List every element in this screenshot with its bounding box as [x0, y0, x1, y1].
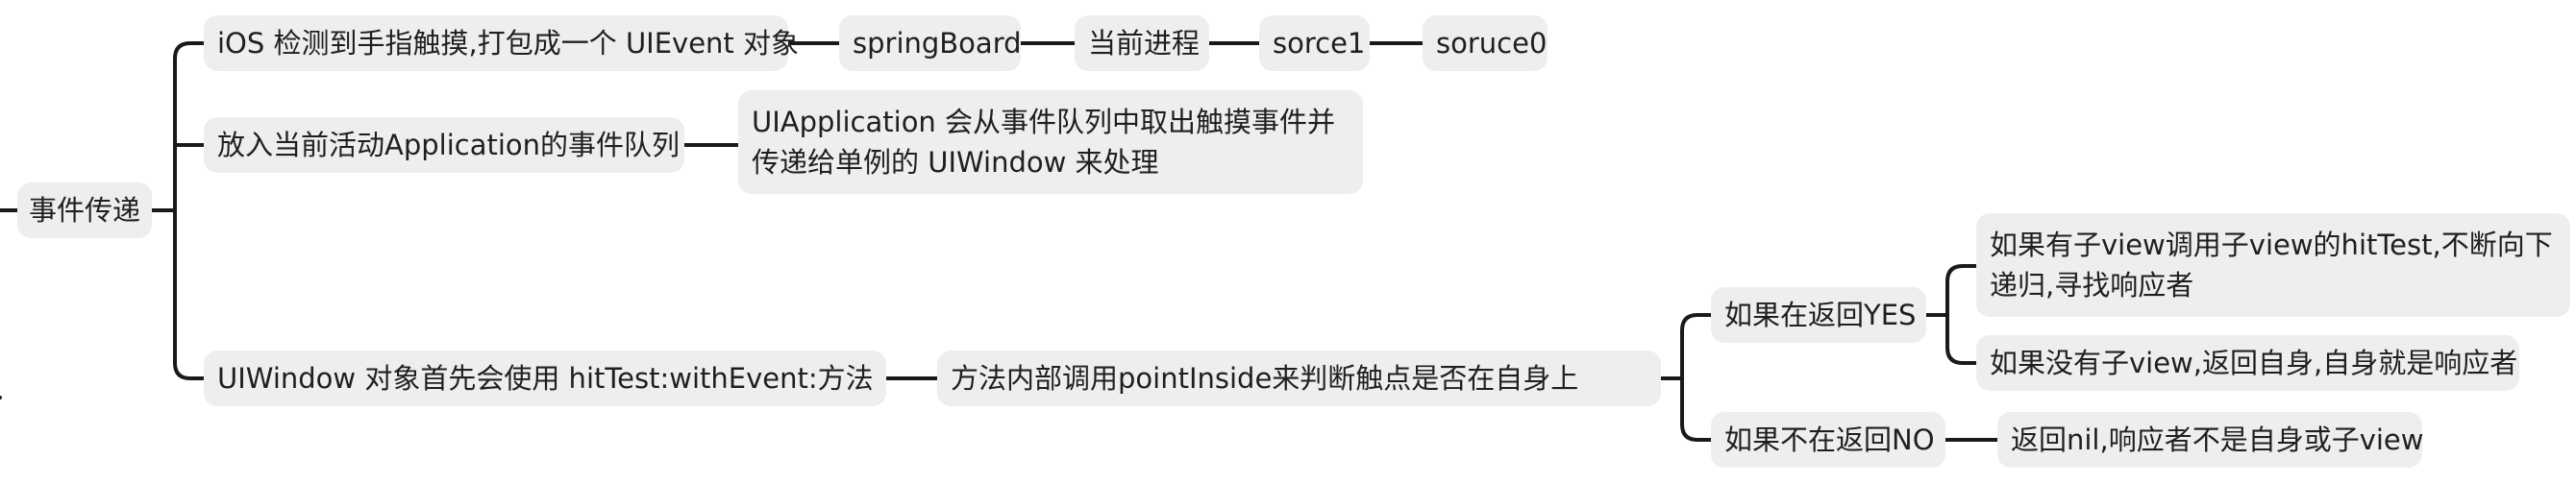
left-edge-dot	[0, 396, 2, 399]
no-branch-line	[1680, 376, 1713, 442]
branch3-node[interactable]: UIWindow 对象首先会使用 hitTest:withEvent:方法	[204, 351, 886, 406]
root-node[interactable]: 事件传递	[17, 182, 152, 238]
root-branch3-line	[173, 208, 206, 380]
yes-node[interactable]: 如果在返回YES	[1711, 287, 1926, 343]
branch2-child-node[interactable]: UIApplication 会从事件队列中取出触摸事件并传递给单例的 UIWin…	[738, 90, 1363, 194]
yes-child1-line	[1945, 264, 1978, 317]
yes-child-self-node[interactable]: 如果没有子view,返回自身,自身就是响应者	[1976, 335, 2519, 391]
no-child-node[interactable]: 返回nil,响应者不是自身或子view	[1997, 412, 2424, 468]
pointinside-node[interactable]: 方法内部调用pointInside来判断触点是否在自身上	[937, 351, 1661, 406]
chain-node-sorce1[interactable]: sorce1	[1259, 15, 1370, 71]
yes-child-recursive-node[interactable]: 如果有子view调用子view的hitTest,不断向下递归,寻找响应者	[1976, 213, 2570, 317]
chain-node-soruce0[interactable]: soruce0	[1423, 15, 1548, 71]
branch1-node[interactable]: iOS 检测到手指触摸,打包成一个 UIEvent 对象	[204, 15, 799, 71]
yes-branch-line	[1680, 313, 1713, 380]
chain-node-current-process[interactable]: 当前进程	[1075, 15, 1209, 71]
root-trunk-line	[173, 41, 206, 212]
chain-node-springboard[interactable]: springBoard	[839, 15, 1022, 71]
no-node[interactable]: 如果不在返回NO	[1711, 412, 1945, 468]
yes-child2-line	[1945, 313, 1978, 365]
branch2-node[interactable]: 放入当前活动Application的事件队列	[204, 117, 684, 173]
